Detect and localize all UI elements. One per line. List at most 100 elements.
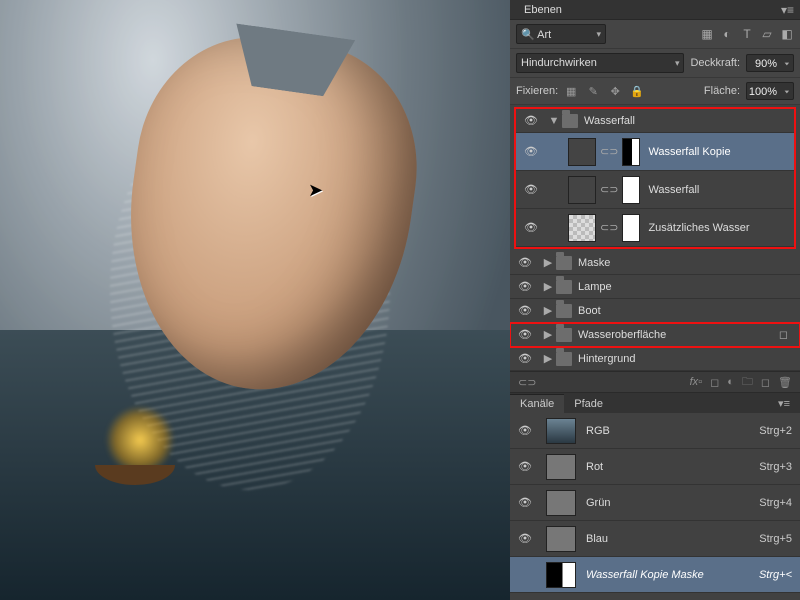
filter-kind-select[interactable]: 🔍 Art▾ — [516, 24, 606, 44]
layer-name[interactable]: Wasserfall Kopie — [640, 146, 730, 158]
channel-name[interactable]: Blau — [576, 533, 608, 545]
disclosure-icon[interactable]: ▶ — [540, 256, 556, 269]
layer-item[interactable]: 👁 ⊂⊃ Wasserfall Kopie — [516, 133, 794, 171]
layer-thumb[interactable] — [568, 214, 596, 242]
layer-name[interactable]: Lampe — [578, 281, 612, 293]
lock-move-icon[interactable]: ✥ — [608, 85, 622, 98]
layers-list[interactable]: 👁▼Wasserfall👁⊂⊃Wasserfall Kopie👁⊂⊃Wasser… — [510, 105, 800, 371]
disclosure-icon[interactable]: ▶ — [540, 352, 556, 365]
channel-item[interactable]: 👁BlauStrg+5 — [510, 521, 800, 557]
layer-item[interactable]: 👁 ⊂⊃ Wasserfall — [516, 171, 794, 209]
layer-group[interactable]: 👁▶ Hintergrund — [510, 347, 800, 371]
channels-panel-tabbar: Kanäle Pfade ▾≡ — [510, 393, 800, 413]
filter-adjust-icon[interactable]: ◐ — [720, 27, 734, 41]
channel-thumb[interactable] — [546, 562, 576, 588]
lock-all-icon[interactable]: 🔒 — [630, 85, 644, 98]
visibility-toggle[interactable]: 👁 — [516, 114, 546, 127]
filter-type-icon[interactable]: T — [740, 27, 754, 41]
visibility-toggle[interactable]: 👁 — [516, 183, 546, 196]
layer-name[interactable]: Wasseroberfläche — [578, 329, 666, 341]
layer-item[interactable]: 👁 ⊂⊃ Zusätzliches Wasser — [516, 209, 794, 247]
layers-bottom-toolbar: ⊂⊃ fx▫ ◻ ◐ 🗀 ◻ 🗑 — [510, 371, 800, 393]
channels-panel-menu-icon[interactable]: ▾≡ — [768, 394, 800, 413]
disclosure-icon[interactable]: ▶ — [540, 280, 556, 293]
channel-name[interactable]: Rot — [576, 461, 603, 473]
mask-link-icon[interactable]: ⊂⊃ — [596, 145, 622, 158]
channel-thumb[interactable] — [546, 418, 576, 444]
channel-item[interactable]: Wasserfall Kopie Maske Strg+< — [510, 557, 800, 593]
channels-list[interactable]: 👁RGBStrg+2👁RotStrg+3👁GrünStrg+4👁BlauStrg… — [510, 413, 800, 600]
channel-item[interactable]: 👁 Grün Strg+4 — [510, 485, 800, 521]
disclosure-icon[interactable]: ▶ — [540, 328, 556, 341]
visibility-toggle[interactable]: 👁 — [510, 280, 540, 293]
layer-group[interactable]: 👁▶ Maske — [510, 251, 800, 275]
layer-group[interactable]: 👁▶Wasseroberfläche◻ — [510, 323, 800, 347]
lock-fill-row: Fixieren: ▦ ✎ ✥ 🔒 Fläche: 100% — [510, 78, 800, 105]
layer-mask-thumb[interactable] — [622, 214, 640, 242]
layer-mask-thumb[interactable] — [622, 176, 640, 204]
layer-thumb[interactable] — [568, 138, 596, 166]
folder-icon — [556, 352, 572, 366]
channel-name[interactable]: RGB — [576, 425, 610, 437]
channel-thumb[interactable] — [546, 490, 576, 516]
layer-name[interactable]: Wasserfall — [584, 115, 635, 127]
mask-link-icon[interactable]: ⊂⊃ — [596, 221, 622, 234]
channel-shortcut: Strg+4 — [759, 497, 792, 509]
filter-smart-icon[interactable]: ◧ — [780, 27, 794, 41]
disclosure-icon[interactable]: ▼ — [546, 115, 562, 127]
filter-shape-icon[interactable]: ▱ — [760, 27, 774, 41]
tab-channels[interactable]: Kanäle — [510, 394, 564, 413]
lock-paint-icon[interactable]: ✎ — [586, 85, 600, 98]
folder-icon — [556, 328, 572, 342]
visibility-toggle[interactable]: 👁 — [510, 496, 540, 509]
new-layer-icon[interactable]: ◻ — [761, 376, 770, 389]
visibility-toggle[interactable]: 👁 — [510, 532, 540, 545]
layer-mask-thumb[interactable] — [622, 138, 640, 166]
channel-thumb[interactable] — [546, 454, 576, 480]
visibility-toggle[interactable]: 👁 — [510, 460, 540, 473]
folder-icon — [556, 280, 572, 294]
visibility-toggle[interactable]: 👁 — [510, 352, 540, 365]
channel-shortcut: Strg+3 — [759, 461, 792, 473]
fx-icon[interactable]: fx▫ — [690, 376, 702, 388]
channel-item[interactable]: 👁 Rot Strg+3 — [510, 449, 800, 485]
opacity-input[interactable]: 90% — [746, 54, 794, 72]
blend-mode-select[interactable]: Hindurchwirken▾ — [516, 53, 684, 73]
layers-panel-tabbar: Ebenen ▾≡ — [510, 0, 800, 20]
channel-item[interactable]: 👁RGBStrg+2 — [510, 413, 800, 449]
blend-opacity-row: Hindurchwirken▾ Deckkraft: 90% — [510, 49, 800, 78]
channel-shortcut: Strg+< — [759, 569, 792, 581]
fill-input[interactable]: 100% — [746, 82, 794, 100]
mask-icon[interactable]: ◻ — [710, 376, 719, 389]
filter-pixel-icon[interactable]: ▦ — [700, 27, 714, 41]
layer-name[interactable]: Maske — [578, 257, 610, 269]
layer-group[interactable]: 👁▶ Lampe — [510, 275, 800, 299]
adjust-icon[interactable]: ◐ — [727, 376, 734, 388]
layer-name[interactable]: Hintergrund — [578, 353, 635, 365]
channel-name[interactable]: Grün — [576, 497, 610, 509]
layer-name[interactable]: Zusätzliches Wasser — [640, 222, 749, 234]
channel-thumb[interactable] — [546, 526, 576, 552]
visibility-toggle[interactable]: 👁 — [516, 145, 546, 158]
visibility-toggle[interactable]: 👁 — [510, 328, 540, 341]
lock-trans-icon[interactable]: ▦ — [564, 85, 578, 98]
layer-group[interactable]: 👁▶ Boot — [510, 299, 800, 323]
visibility-toggle[interactable]: 👁 — [510, 424, 540, 437]
layer-name[interactable]: Boot — [578, 305, 601, 317]
visibility-toggle[interactable]: 👁 — [516, 221, 546, 234]
channel-name[interactable]: Wasserfall Kopie Maske — [576, 569, 704, 581]
layer-thumb[interactable] — [568, 176, 596, 204]
tab-paths[interactable]: Pfade — [564, 395, 613, 413]
disclosure-icon[interactable]: ▶ — [540, 304, 556, 317]
trash-icon[interactable]: 🗑 — [778, 376, 792, 389]
document-canvas[interactable]: ➤ — [0, 0, 510, 600]
mask-link-icon[interactable]: ⊂⊃ — [596, 183, 622, 196]
group-icon[interactable]: 🗀 — [742, 373, 753, 392]
panel-menu-icon[interactable]: ▾≡ — [781, 3, 794, 17]
link-layers-icon[interactable]: ⊂⊃ — [518, 376, 536, 389]
visibility-toggle[interactable]: 👁 — [510, 256, 540, 269]
layer-group[interactable]: 👁▼ Wasserfall — [516, 109, 794, 133]
tab-layers[interactable]: Ebenen — [516, 1, 570, 19]
visibility-toggle[interactable]: 👁 — [510, 304, 540, 317]
layer-name[interactable]: Wasserfall — [640, 184, 699, 196]
